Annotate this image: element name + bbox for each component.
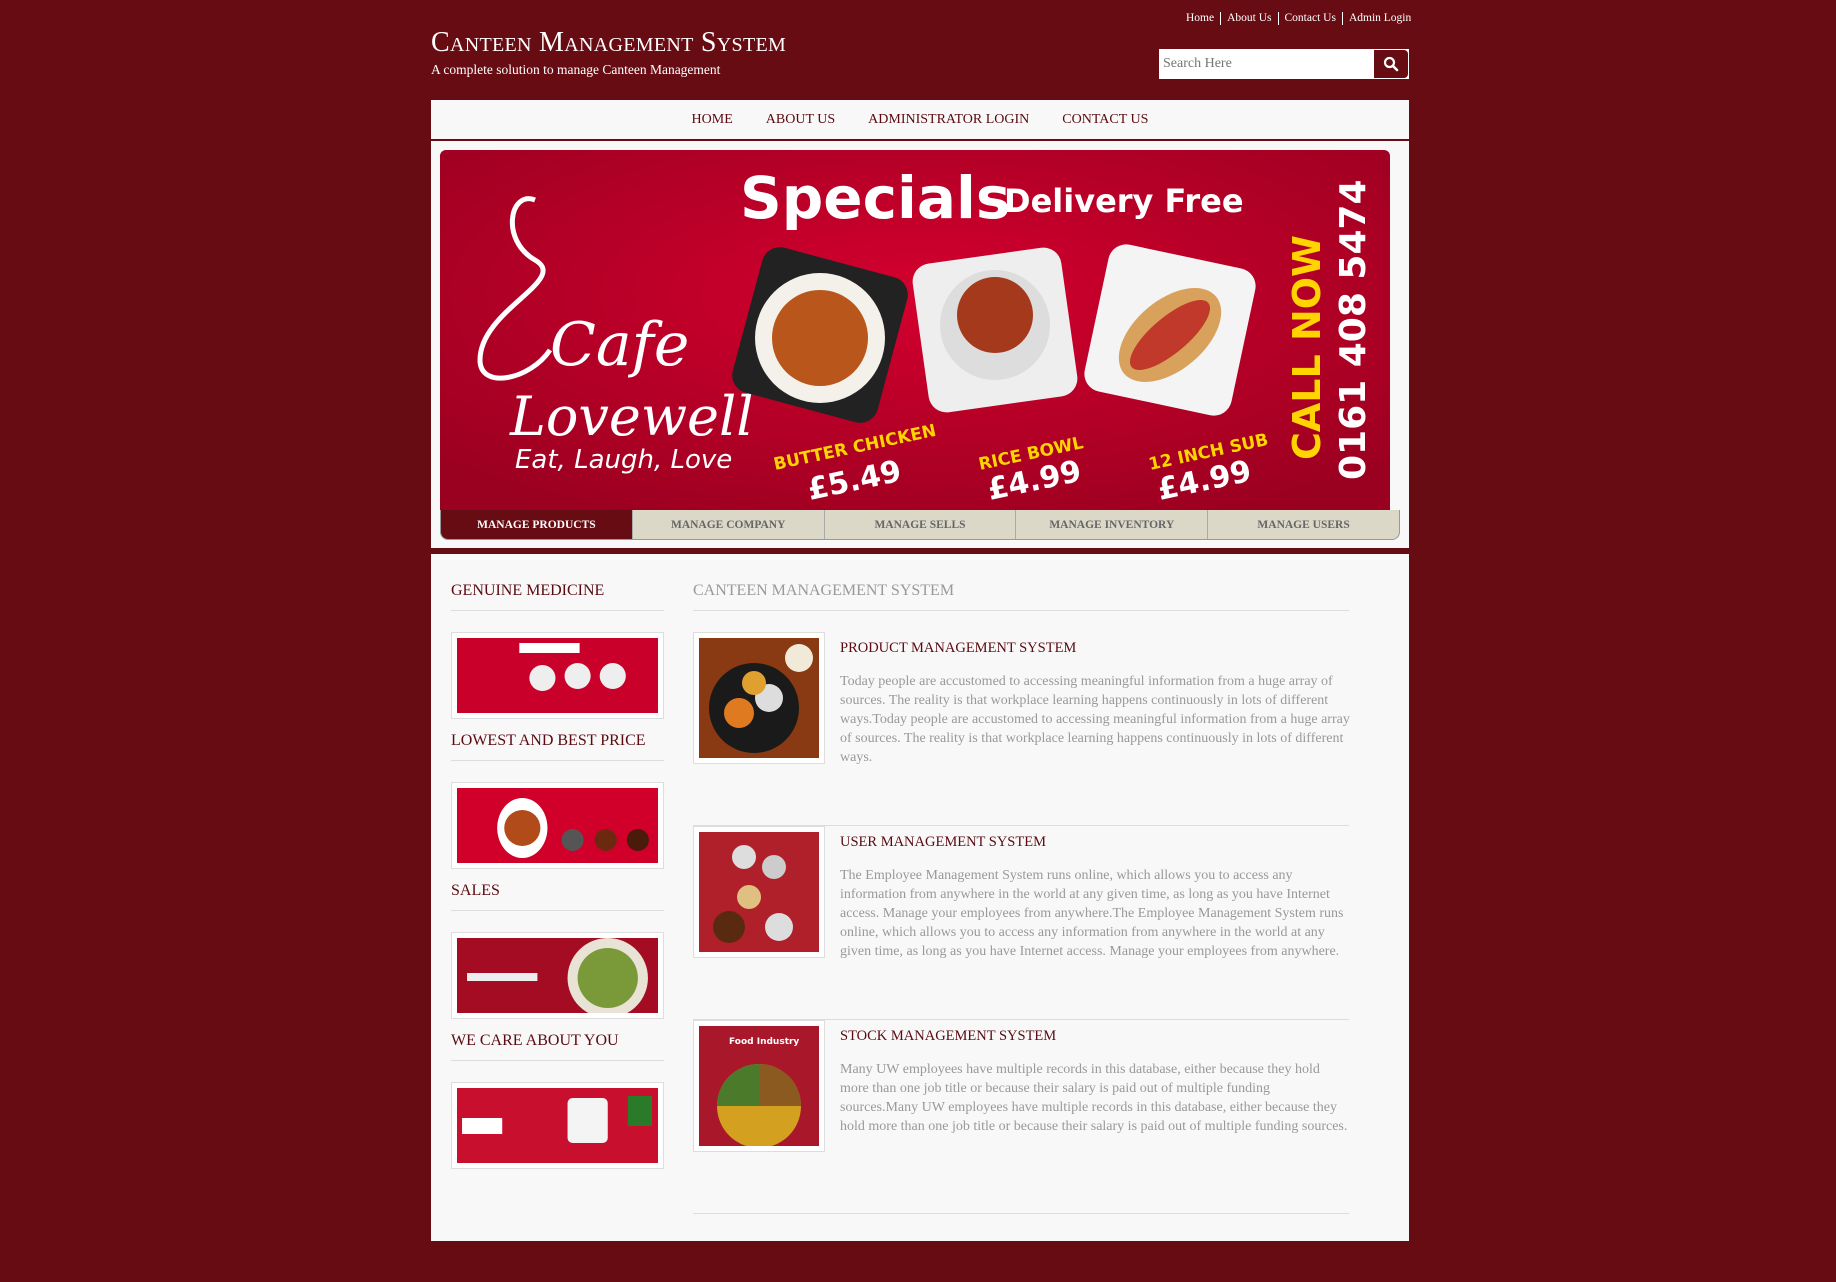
article-title: USER MANAGEMENT SYSTEM <box>840 834 1046 850</box>
banner-brand: Cafe <box>550 310 689 380</box>
specials-banner: Cafe Lovewell Eat, Laugh, Love Specials … <box>440 150 1390 511</box>
main-heading: CANTEEN MANAGEMENT SYSTEM <box>693 582 1349 611</box>
article-product-management: PRODUCT MANAGEMENT SYSTEM Today people a… <box>693 632 1350 826</box>
nav-home[interactable]: HOME <box>692 112 733 128</box>
banner-tagline: Delivery Free <box>1004 182 1244 220</box>
nav-about-us[interactable]: ABOUT US <box>766 112 835 128</box>
main-nav: HOME ABOUT US ADMINISTRATOR LOGIN CONTAC… <box>431 100 1409 139</box>
sidebar-image-bbq[interactable] <box>451 782 664 869</box>
article-stock-management: Food Industry STOCK MANAGEMENT SYSTEM Ma… <box>693 1020 1349 1214</box>
banner-motto: Eat, Laugh, Love <box>515 445 732 475</box>
tab-manage-sells[interactable]: MANAGE SELLS <box>823 510 1016 539</box>
article-text: Many UW employees have multiple records … <box>840 1062 1348 1134</box>
banner-section: Cafe Lovewell Eat, Laugh, Love Specials … <box>431 141 1409 548</box>
article-user-management: USER MANAGEMENT SYSTEM The Employee Mana… <box>693 826 1349 1020</box>
content-area: GENUINE MEDICINE LOWEST AND BEST PRICE S… <box>431 554 1409 1241</box>
article-title: STOCK MANAGEMENT SYSTEM <box>840 1028 1057 1044</box>
sidebar-image-mcdonalds[interactable] <box>451 1082 664 1169</box>
article-text: Today people are accustomed to accessing… <box>840 674 1350 765</box>
search-icon <box>1383 56 1399 72</box>
sidebar-heading: SALES <box>451 882 664 911</box>
search-box <box>1159 49 1409 79</box>
banner-phone: 0161 408 5474 <box>1333 179 1374 480</box>
top-link-about[interactable]: About Us <box>1220 12 1277 25</box>
tab-manage-company[interactable]: MANAGE COMPANY <box>631 510 824 539</box>
top-link-contact[interactable]: Contact Us <box>1277 12 1342 25</box>
tab-manage-users[interactable]: MANAGE USERS <box>1207 510 1399 539</box>
top-link-home[interactable]: Home <box>1180 12 1220 25</box>
food-plate-3 <box>1084 244 1256 416</box>
site-title: Canteen Management System <box>431 27 787 58</box>
food-plate-2 <box>912 247 1078 413</box>
site-subtitle: A complete solution to manage Canteen Ma… <box>431 62 721 77</box>
thumbnail-label: Food Industry <box>729 1037 799 1047</box>
sidebar-heading: WE CARE ABOUT YOU <box>451 1032 664 1061</box>
tab-manage-inventory[interactable]: MANAGE INVENTORY <box>1015 510 1207 539</box>
article-thumbnail <box>693 632 825 764</box>
search-button[interactable] <box>1374 50 1408 78</box>
top-links: Home About Us Contact Us Admin Login <box>1180 12 1417 25</box>
tab-manage-products[interactable]: MANAGE PRODUCTS <box>441 510 632 539</box>
sidebar-image-salads[interactable] <box>451 932 664 1019</box>
top-link-admin-login[interactable]: Admin Login <box>1341 12 1417 25</box>
banner-brand2: Lovewell <box>509 385 754 448</box>
banner-headline: Specials <box>740 164 1010 232</box>
sidebar-heading: GENUINE MEDICINE <box>451 582 664 611</box>
nav-administrator-login[interactable]: ADMINISTRATOR LOGIN <box>868 112 1029 128</box>
article-title: PRODUCT MANAGEMENT SYSTEM <box>840 640 1077 656</box>
sidebar-heading: LOWEST AND BEST PRICE <box>451 732 664 761</box>
nav-contact-us[interactable]: CONTACT US <box>1062 112 1148 128</box>
banner-image: Cafe Lovewell Eat, Laugh, Love Specials … <box>440 150 1390 511</box>
sidebar-image-specials[interactable] <box>451 632 664 719</box>
search-input[interactable] <box>1159 49 1373 79</box>
banner-call-now: CALL NOW <box>1285 235 1329 460</box>
article-thumbnail <box>693 826 825 958</box>
article-thumbnail: Food Industry <box>693 1020 825 1152</box>
manage-tabs: MANAGE PRODUCTS MANAGE COMPANY MANAGE SE… <box>440 510 1400 540</box>
article-text: The Employee Management System runs onli… <box>840 868 1344 959</box>
